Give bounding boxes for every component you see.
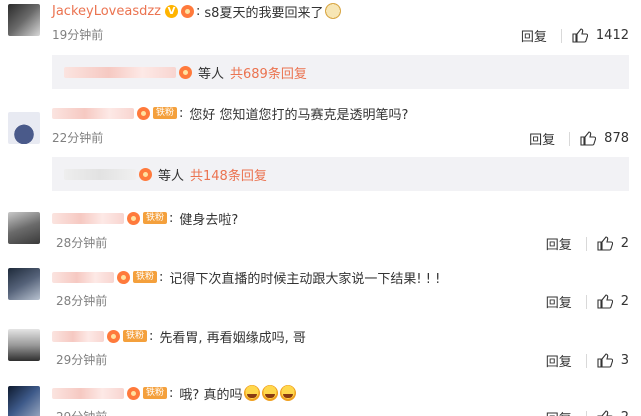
like-count: 2 bbox=[620, 236, 629, 251]
username[interactable]: JackeyLoveasdzz bbox=[52, 4, 161, 19]
blurred-username bbox=[64, 66, 176, 78]
fan-badge: 铁粉 bbox=[133, 271, 158, 283]
member-icon bbox=[181, 4, 195, 18]
fan-badge: 铁粉 bbox=[143, 212, 168, 224]
comment-item: 铁粉 : 健身去啦? 28分钟前 回复 2 bbox=[0, 207, 641, 259]
verified-v-icon: V bbox=[165, 4, 179, 18]
comment-time: 28分钟前 bbox=[56, 294, 108, 308]
thumb-up-icon bbox=[572, 28, 588, 43]
member-icon bbox=[137, 106, 150, 120]
comment-text: s8夏天的我要回来了 bbox=[204, 5, 324, 21]
blurred-username bbox=[52, 107, 134, 119]
avatar[interactable] bbox=[8, 112, 40, 144]
comment-item: 铁粉 : 先看胃, 再看姻缘成吗, 哥 29分钟前 回复 3 bbox=[0, 325, 641, 377]
reply-button[interactable]: 回复 bbox=[529, 129, 555, 148]
member-icon bbox=[139, 167, 152, 181]
comment-actions: 回复 2 bbox=[546, 408, 629, 416]
comment-time: 29分钟前 bbox=[56, 408, 107, 416]
comment-text: 健身去啦? bbox=[179, 212, 239, 228]
blurred-username bbox=[64, 168, 136, 180]
comment-actions: 回复 3 bbox=[546, 351, 629, 370]
comment-text: 您好 您知道您打的马赛克是透明笔吗? bbox=[189, 107, 409, 123]
comment-item: 铁粉 : 哦? 真的吗 29分钟前 回复 2 bbox=[0, 382, 641, 416]
comment-text: 记得下次直播的时候主动跟大家说一下结果! ! ! bbox=[169, 271, 441, 287]
like-button[interactable]: 878 bbox=[580, 131, 629, 146]
avatar[interactable] bbox=[8, 212, 40, 244]
avatar[interactable] bbox=[8, 329, 40, 361]
reply-button[interactable]: 回复 bbox=[546, 351, 572, 370]
comment-actions: 回复 878 bbox=[529, 129, 629, 148]
comment-time: 28分钟前 bbox=[56, 236, 108, 250]
avatar[interactable] bbox=[8, 268, 40, 300]
blurred-username bbox=[52, 387, 124, 399]
reply-button[interactable]: 回复 bbox=[546, 408, 572, 416]
thumb-up-icon bbox=[597, 353, 613, 368]
crying-emoji-icon bbox=[244, 385, 261, 401]
reply-who: 等人 bbox=[158, 168, 185, 184]
reply-count-link[interactable]: 共689条回复 bbox=[230, 63, 307, 82]
comment-actions: 回复 2 bbox=[546, 292, 629, 311]
comment-header: 铁粉 : 先看胃, 再看姻缘成吗, 哥 bbox=[52, 326, 306, 346]
comment-header: 铁粉 : 记得下次直播的时候主动跟大家说一下结果! ! ! bbox=[52, 267, 440, 287]
thumb-up-icon bbox=[597, 410, 613, 416]
comment-item: JackeyLoveasdzz V : s8夏天的我要回来了 19分钟前 回复 … bbox=[0, 0, 641, 94]
reply-who: 等人 bbox=[198, 66, 225, 82]
comment-actions: 回复 1412 bbox=[521, 26, 629, 45]
reply-summary[interactable]: 等人 共689条回复 bbox=[52, 55, 629, 89]
reply-summary[interactable]: 等人 共148条回复 bbox=[52, 157, 629, 191]
crying-emoji-icon bbox=[262, 385, 279, 401]
like-button[interactable]: 2 bbox=[597, 236, 629, 251]
doge-emoji-icon bbox=[325, 3, 342, 19]
like-count: 2 bbox=[621, 410, 629, 416]
thumb-up-icon bbox=[580, 131, 597, 146]
comment-header: 铁粉 : 哦? 真的吗 bbox=[52, 383, 297, 403]
thumb-up-icon bbox=[597, 236, 613, 251]
reply-count-link[interactable]: 共148条回复 bbox=[190, 165, 267, 184]
thumb-up-icon bbox=[597, 294, 613, 309]
member-icon bbox=[127, 211, 140, 225]
fan-badge: 铁粉 bbox=[123, 330, 148, 342]
member-icon bbox=[179, 65, 192, 79]
avatar[interactable] bbox=[8, 386, 40, 416]
comment-header: JackeyLoveasdzz V : s8夏天的我要回来了 bbox=[52, 1, 342, 21]
comment-actions: 回复 2 bbox=[546, 234, 629, 253]
like-count: 3 bbox=[620, 353, 629, 368]
like-button[interactable]: 1412 bbox=[572, 28, 629, 43]
comment-item: 铁粉 : 记得下次直播的时候主动跟大家说一下结果! ! ! 28分钟前 回复 2 bbox=[0, 266, 641, 318]
like-button[interactable]: 3 bbox=[597, 353, 629, 368]
comment-header: 铁粉 : 您好 您知道您打的马赛克是透明笔吗? bbox=[52, 103, 408, 123]
reply-button[interactable]: 回复 bbox=[521, 26, 547, 45]
comment-text: 哦? 真的吗 bbox=[179, 387, 243, 403]
like-count: 2 bbox=[620, 294, 629, 309]
comment-item: 铁粉 : 您好 您知道您打的马赛克是透明笔吗? 22分钟前 回复 878 等人 … bbox=[0, 100, 641, 198]
comment-time: 22分钟前 bbox=[52, 131, 104, 145]
comment-time: 19分钟前 bbox=[52, 28, 104, 42]
avatar[interactable] bbox=[8, 4, 40, 36]
comment-header: 铁粉 : 健身去啦? bbox=[52, 208, 238, 228]
like-button[interactable]: 2 bbox=[597, 294, 629, 309]
like-count: 1412 bbox=[595, 28, 629, 43]
blurred-username bbox=[52, 212, 124, 224]
fan-badge: 铁粉 bbox=[143, 387, 168, 399]
comment-text: 先看胃, 再看姻缘成吗, 哥 bbox=[159, 330, 306, 346]
fan-badge: 铁粉 bbox=[153, 107, 178, 119]
blurred-username bbox=[52, 330, 104, 342]
member-icon bbox=[117, 270, 130, 284]
blurred-username bbox=[52, 271, 114, 283]
crying-emoji-icon bbox=[280, 385, 297, 401]
member-icon bbox=[127, 386, 140, 400]
like-button[interactable]: 2 bbox=[597, 410, 629, 416]
comment-time: 29分钟前 bbox=[56, 353, 108, 367]
member-icon bbox=[107, 329, 120, 343]
reply-button[interactable]: 回复 bbox=[546, 234, 572, 253]
like-count: 878 bbox=[604, 131, 629, 146]
reply-button[interactable]: 回复 bbox=[546, 292, 572, 311]
